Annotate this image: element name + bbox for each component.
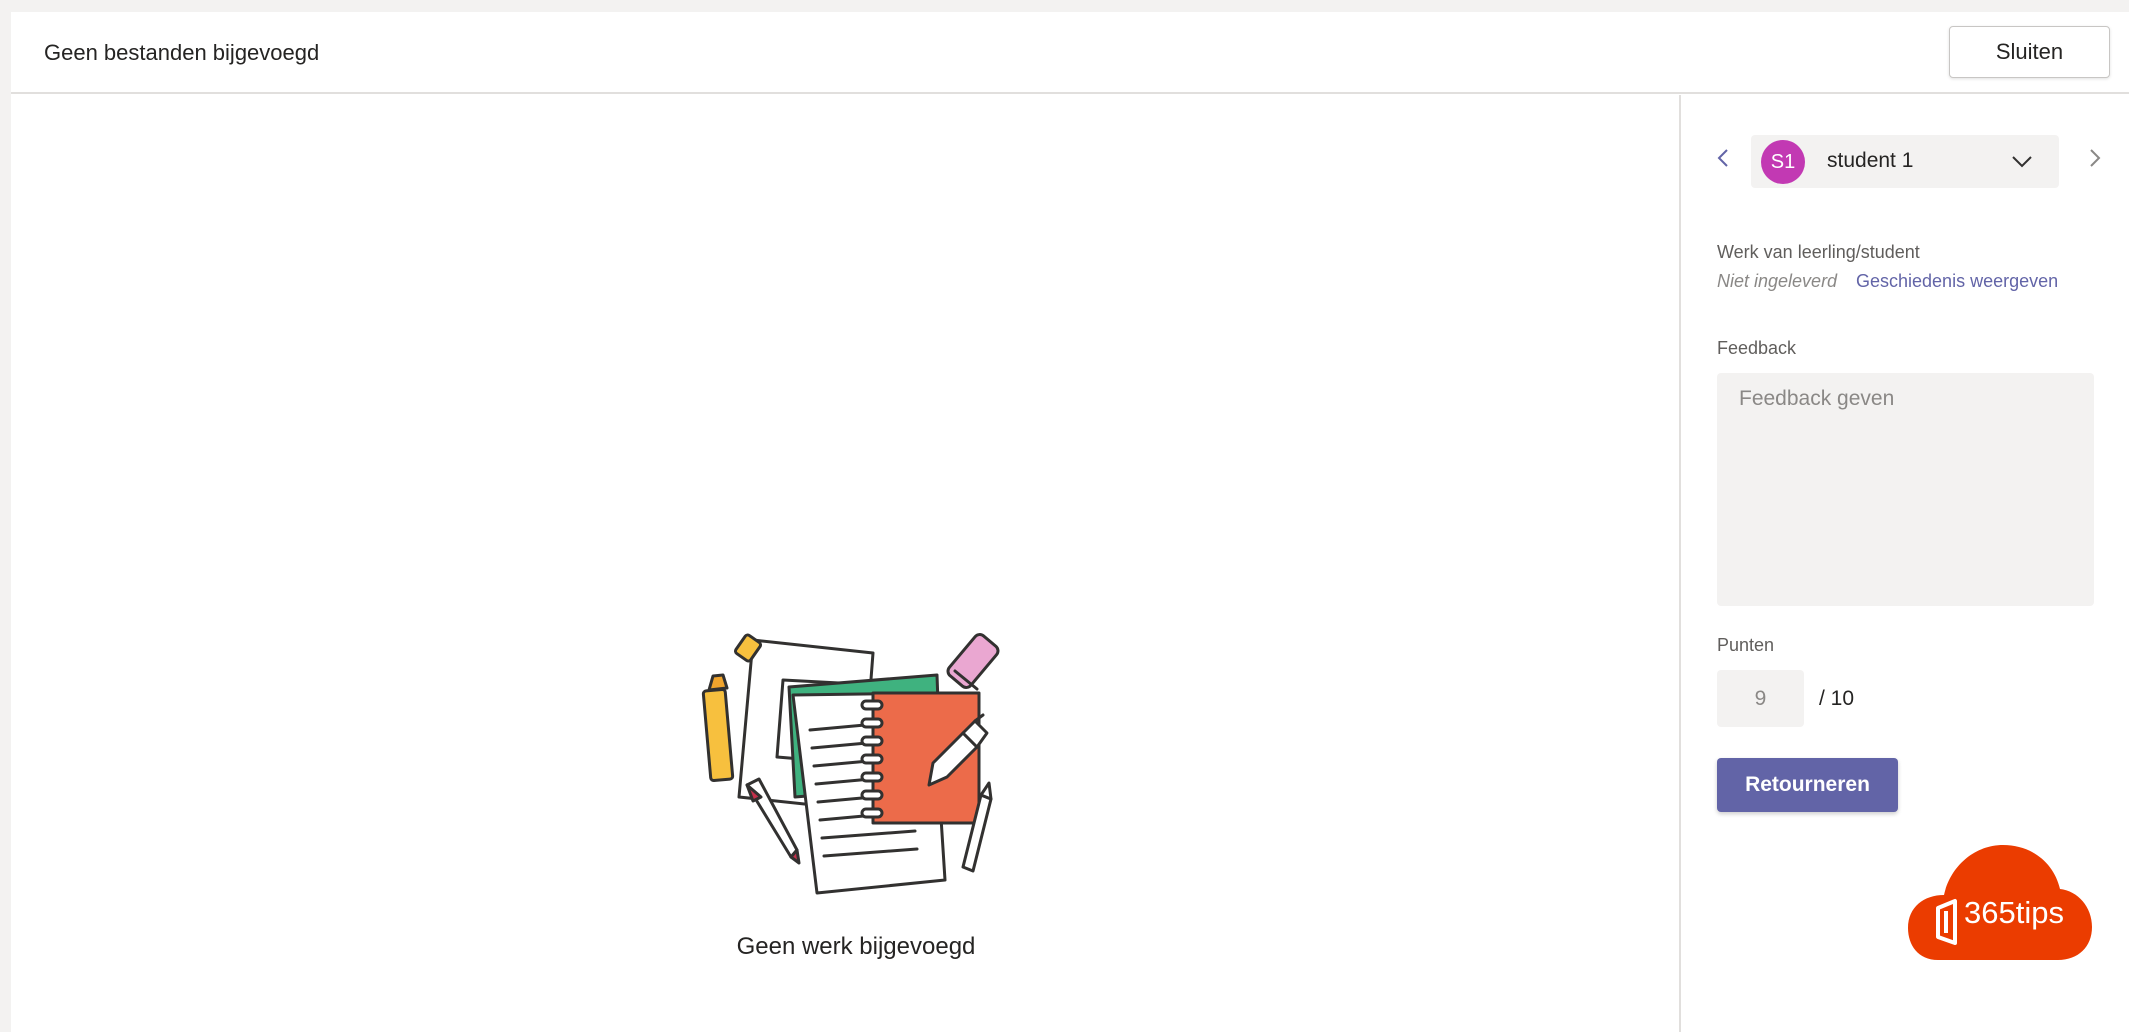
close-button[interactable]: Sluiten (1949, 26, 2110, 78)
logo-text: 365tips (1964, 895, 2064, 930)
chevron-left-icon (1717, 149, 1728, 167)
submission-status: Niet ingeleverd (1717, 271, 1838, 291)
avatar: S1 (1761, 140, 1805, 184)
feedback-field[interactable] (1717, 373, 2094, 606)
work-label: Werk van leerling/student (1717, 242, 1920, 262)
next-student-button[interactable] (2085, 143, 2105, 173)
chevron-down-icon (2012, 156, 2032, 168)
points-input[interactable] (1717, 670, 1804, 727)
work-preview-area: Geen werk bijgevoegd (11, 95, 1680, 1032)
previous-student-button[interactable] (1713, 143, 1733, 173)
chevron-right-icon (2090, 149, 2101, 167)
grading-window: Geen bestanden bijgevoegd Sluiten Geen w… (11, 12, 2129, 1032)
return-button[interactable]: Retourneren (1717, 758, 1898, 812)
365tips-logo: 365tips (1908, 845, 2092, 960)
feedback-label: Feedback (1717, 338, 1797, 358)
empty-state-message: Geen werk bijgevoegd (736, 933, 976, 960)
page-title: Geen bestanden bijgevoegd (44, 40, 320, 65)
points-label: Punten (1717, 635, 1775, 655)
view-history-link[interactable]: Geschiedenis weergeven (1856, 271, 2058, 292)
student-name: student 1 (1827, 149, 1914, 172)
student-selector[interactable]: S1 student 1 (1751, 135, 2059, 188)
header: Geen bestanden bijgevoegd Sluiten (11, 12, 2129, 94)
notebook-illustration (701, 633, 1000, 895)
points-max: / 10 (1819, 687, 1855, 710)
